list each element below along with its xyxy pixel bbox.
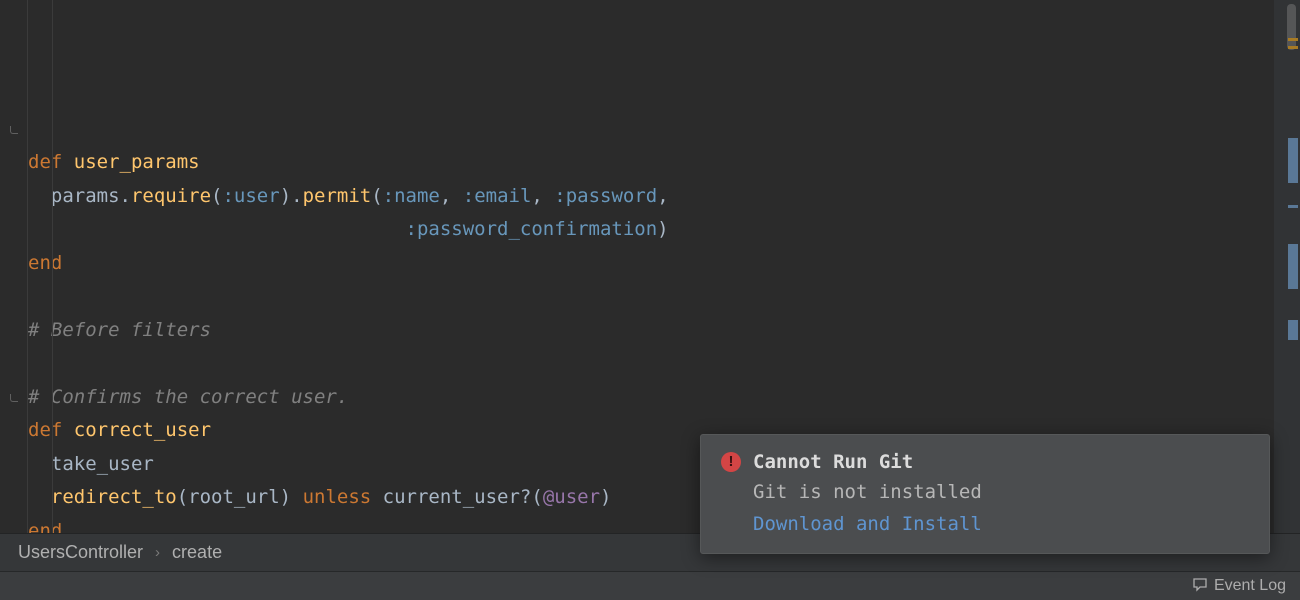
status-bar: Event Log (0, 571, 1300, 600)
change-marker[interactable] (1288, 205, 1298, 208)
fold-indicator[interactable] (10, 394, 18, 402)
chevron-right-icon: › (147, 544, 168, 561)
code-line[interactable]: params.require(:user).permit(:name, :ema… (28, 180, 1274, 214)
error-icon: ! (721, 452, 741, 472)
code-line[interactable]: :password_confirmation) (28, 213, 1274, 247)
warning-marker[interactable] (1288, 46, 1298, 49)
download-install-link[interactable]: Download and Install (753, 513, 982, 535)
code-line[interactable]: end (28, 247, 1274, 281)
change-marker[interactable] (1288, 138, 1298, 183)
editor-root: def user_params params.require(:user).pe… (0, 0, 1300, 600)
code-line[interactable] (28, 347, 1274, 381)
event-log-button[interactable]: Event Log (1192, 576, 1286, 597)
indent-guide (27, 0, 28, 533)
code-line[interactable]: def user_params (28, 146, 1274, 180)
notification-popup: ! Cannot Run Git Git is not installed Do… (700, 434, 1270, 554)
scrollbar-thumb[interactable] (1287, 4, 1296, 50)
error-stripe[interactable] (1274, 0, 1300, 533)
change-marker[interactable] (1288, 244, 1298, 289)
change-marker[interactable] (1288, 320, 1298, 340)
breadcrumb-item[interactable]: create (168, 542, 226, 563)
breadcrumb-item[interactable]: UsersController (14, 542, 147, 563)
code-line[interactable]: # Confirms the correct user. (28, 381, 1274, 415)
speech-bubble-icon (1192, 576, 1208, 597)
notification-title: Cannot Run Git (753, 451, 913, 473)
fold-indicator[interactable] (10, 126, 18, 134)
code-line[interactable] (28, 280, 1274, 314)
code-line[interactable]: # Before filters (28, 314, 1274, 348)
event-log-label: Event Log (1214, 577, 1286, 595)
warning-marker[interactable] (1288, 38, 1298, 41)
indent-guide (52, 0, 53, 533)
notification-body: Git is not installed (721, 481, 1249, 503)
